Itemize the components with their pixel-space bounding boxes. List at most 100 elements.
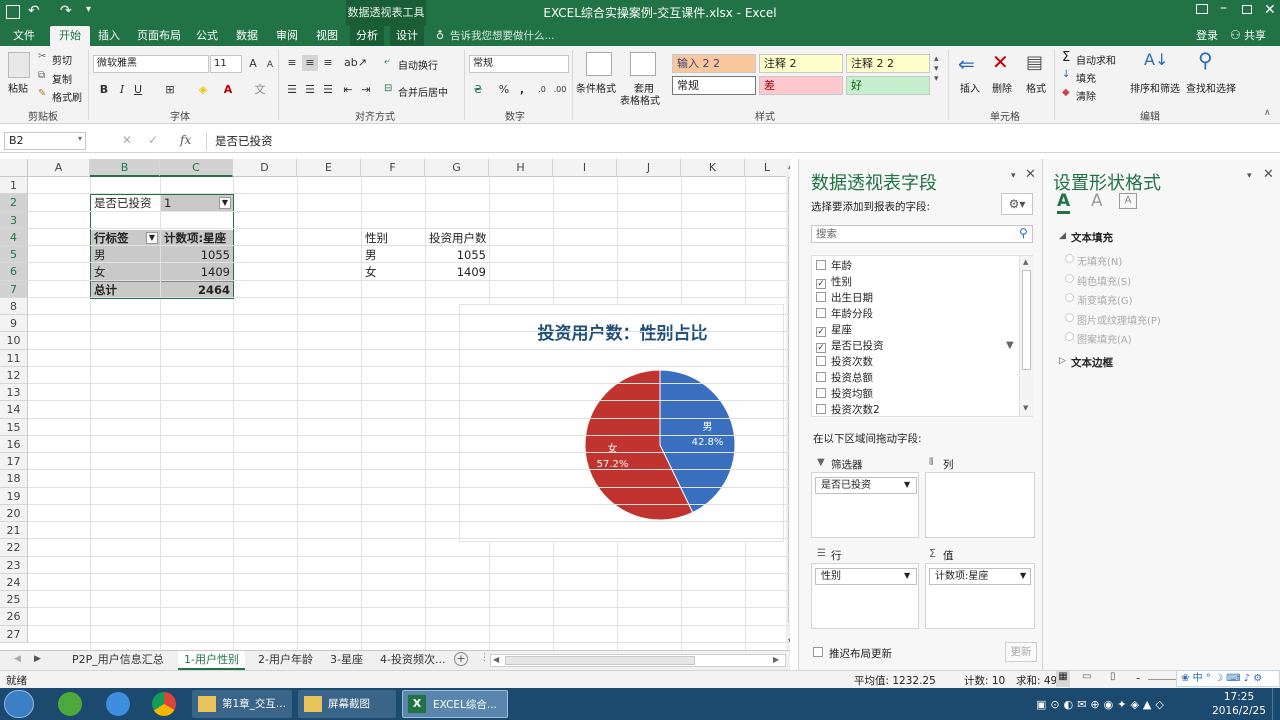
column-header[interactable]: E bbox=[297, 159, 361, 177]
currency-icon[interactable]: ₴ bbox=[470, 82, 486, 98]
clock-date[interactable]: 2016/2/25 bbox=[1208, 705, 1270, 717]
field-checkbox[interactable]: ✓ bbox=[816, 279, 826, 289]
tab-formulas[interactable]: 公式 bbox=[192, 26, 222, 46]
ime-mode-label[interactable]: 中 bbox=[1193, 673, 1203, 684]
font-name-select[interactable]: 微软雅黑 bbox=[93, 55, 209, 73]
column-header[interactable]: K bbox=[681, 159, 745, 177]
format-cells-icon[interactable]: ▤ bbox=[1026, 52, 1043, 73]
percent-button[interactable]: % bbox=[496, 82, 512, 98]
values-drop-area[interactable]: 计数项:星座 ▼ bbox=[925, 563, 1035, 629]
row-header[interactable]: 1 bbox=[0, 177, 28, 195]
enter-icon[interactable]: ✓ bbox=[148, 133, 158, 147]
row-header[interactable]: 8 bbox=[0, 297, 28, 315]
tab-view[interactable]: 视图 bbox=[312, 26, 342, 46]
chevron-down-icon[interactable]: ▼ bbox=[904, 571, 910, 580]
sheet-tab-active[interactable]: 1-用户性别 bbox=[178, 651, 245, 670]
row-field-chip[interactable]: 性别 bbox=[815, 568, 917, 585]
name-box[interactable]: B2 bbox=[4, 132, 86, 150]
row-header[interactable]: 7 bbox=[0, 280, 28, 298]
format-painter-button[interactable]: 格式刷 bbox=[52, 89, 82, 104]
page-break-view-icon[interactable]: ▯ bbox=[1110, 671, 1116, 682]
row-header[interactable]: 10 bbox=[0, 332, 28, 350]
radio-button[interactable] bbox=[1065, 293, 1074, 302]
column-header[interactable]: F bbox=[361, 159, 425, 177]
column-header[interactable]: J bbox=[617, 159, 681, 177]
tab-insert[interactable]: 插入 bbox=[94, 26, 124, 46]
redo-icon[interactable]: ↷ bbox=[60, 3, 72, 19]
text-effects-icon[interactable]: A bbox=[1091, 191, 1103, 211]
scroll-tabs-right-icon[interactable]: ▶ bbox=[34, 654, 41, 664]
app-icon[interactable] bbox=[58, 692, 82, 716]
field-checkbox[interactable] bbox=[816, 356, 826, 366]
field-item[interactable]: 投资次数2 bbox=[816, 402, 880, 418]
gear-icon[interactable]: ⚙▾ bbox=[1001, 193, 1033, 215]
sheet-tab[interactable]: 4-投资频次... bbox=[374, 651, 450, 670]
pie-percent-label[interactable]: 42.8% bbox=[692, 437, 724, 448]
row-header[interactable]: 11 bbox=[0, 349, 28, 367]
comma-button[interactable]: , bbox=[514, 82, 530, 98]
field-item[interactable]: 年龄 bbox=[816, 258, 852, 274]
filter-field-chip[interactable]: 是否已投资 bbox=[815, 477, 917, 494]
close-icon[interactable]: ✕ bbox=[1264, 2, 1276, 18]
row-header[interactable]: 27 bbox=[0, 625, 28, 643]
field-checkbox[interactable] bbox=[816, 260, 826, 270]
update-button[interactable]: 更新 bbox=[1005, 642, 1037, 662]
sheet-tab[interactable]: 3-星座 bbox=[324, 651, 369, 670]
decrease-indent-icon[interactable]: ⇤ bbox=[340, 82, 356, 98]
row-header[interactable]: 20 bbox=[0, 504, 28, 522]
chevron-down-icon[interactable]: ▼ bbox=[1020, 571, 1026, 580]
share-button[interactable]: 共享 bbox=[1244, 26, 1266, 46]
pane-close-icon[interactable]: ✕ bbox=[1263, 167, 1274, 182]
field-search-input[interactable]: 搜索 bbox=[811, 225, 1033, 243]
column-header[interactable]: H bbox=[489, 159, 553, 177]
field-checkbox[interactable] bbox=[816, 308, 826, 318]
row-header[interactable]: 9 bbox=[0, 315, 28, 333]
collapse-ribbon-icon[interactable]: ∧ bbox=[1264, 108, 1271, 118]
pie-percent-label[interactable]: 57.2% bbox=[597, 459, 629, 470]
pane-options-icon[interactable]: ▾ bbox=[1011, 171, 1016, 181]
field-item[interactable]: ✓ 是否已投资 bbox=[816, 338, 884, 354]
tab-file[interactable]: 文件 bbox=[4, 26, 44, 46]
qat-dropdown-icon[interactable]: ▾ bbox=[86, 4, 91, 15]
table-format-icon[interactable] bbox=[630, 52, 656, 76]
undo-icon[interactable]: ↶ bbox=[28, 3, 40, 19]
pie-chart-container[interactable]: 投资用户数：性别占比 男 42.8% 女 57.2% bbox=[459, 304, 784, 542]
rows-drop-area[interactable]: 性别 ▼ bbox=[811, 563, 919, 629]
filter-icon[interactable]: ▼ bbox=[219, 197, 231, 209]
format-cells-button[interactable]: 格式 bbox=[1026, 80, 1046, 95]
row-header[interactable]: 13 bbox=[0, 384, 28, 402]
name-box-dropdown-icon[interactable]: ▾ bbox=[78, 134, 82, 143]
tab-analyze[interactable]: 分析 bbox=[350, 26, 384, 46]
orientation-icon[interactable]: ab↗ bbox=[344, 55, 367, 71]
field-checkbox[interactable]: ✓ bbox=[816, 327, 826, 337]
pane-options-icon[interactable]: ▾ bbox=[1247, 171, 1252, 181]
conditional-format-icon[interactable] bbox=[586, 52, 612, 76]
radio-button[interactable] bbox=[1065, 254, 1074, 263]
align-bottom-icon[interactable]: ≡ bbox=[320, 55, 336, 71]
sort-filter-button[interactable]: 排序和筛选 bbox=[1130, 80, 1180, 95]
merge-center-button[interactable]: 合并后居中 bbox=[398, 84, 448, 99]
row-header[interactable]: 14 bbox=[0, 401, 28, 419]
scroll-down-icon[interactable]: ▼ bbox=[1023, 404, 1028, 412]
fill-color-icon[interactable]: ◈ bbox=[195, 82, 211, 98]
chevron-down-icon[interactable]: ▼ bbox=[904, 480, 910, 489]
scroll-up-icon[interactable]: ▲ bbox=[788, 161, 790, 170]
style-note-2[interactable]: 注释 2 2 bbox=[846, 54, 930, 73]
field-checkbox[interactable] bbox=[816, 372, 826, 382]
field-checkbox[interactable] bbox=[816, 292, 826, 302]
italic-button[interactable]: I bbox=[114, 82, 130, 98]
row-header[interactable]: 12 bbox=[0, 366, 28, 384]
table-cell[interactable]: 女 bbox=[362, 264, 425, 281]
conditional-format-button[interactable]: 条件格式 bbox=[576, 80, 616, 95]
align-right-icon[interactable]: ☰ bbox=[320, 82, 336, 98]
tab-data[interactable]: 数据 bbox=[232, 26, 262, 46]
field-item[interactable]: 出生日期 bbox=[816, 290, 873, 306]
text-fill-outline-icon[interactable]: A bbox=[1057, 191, 1071, 214]
find-select-button[interactable]: 查找和选择 bbox=[1186, 80, 1236, 95]
column-header[interactable]: G bbox=[425, 159, 489, 177]
font-size-select[interactable]: 11 bbox=[210, 55, 242, 73]
sheet-tab[interactable]: P2P_用户信息汇总 bbox=[66, 651, 170, 670]
ribbon-options-icon[interactable] bbox=[1196, 4, 1208, 14]
row-header[interactable]: 18 bbox=[0, 470, 28, 488]
pivot-total-value[interactable]: 2464 bbox=[161, 281, 233, 298]
